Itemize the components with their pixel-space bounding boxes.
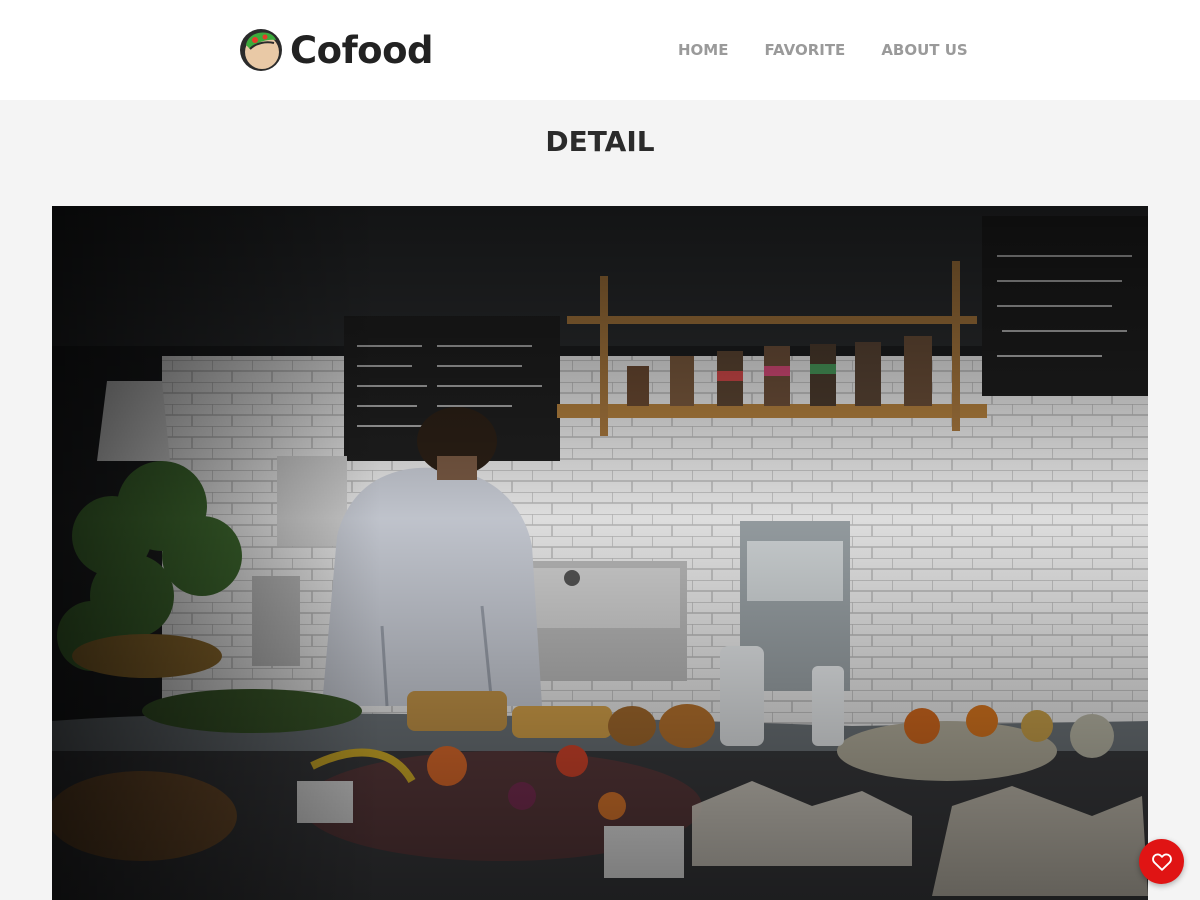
nav-about-link[interactable]: ABOUT US [863, 40, 985, 60]
restaurant-photo [52, 206, 1148, 900]
main-nav: HOME FAVORITE ABOUT US [660, 40, 986, 60]
brand-link[interactable]: Cofood [238, 26, 434, 74]
nav-home-link[interactable]: HOME [660, 40, 746, 60]
nav-favorite-link[interactable]: FAVORITE [746, 40, 863, 60]
brand-name: Cofood [290, 28, 434, 72]
restaurant-photo-image [52, 206, 1148, 900]
taco-logo-icon [240, 29, 282, 71]
favorite-button[interactable] [1139, 839, 1184, 884]
navbar: Cofood HOME FAVORITE ABOUT US [0, 0, 1200, 100]
page-title: DETAIL [545, 125, 655, 158]
heart-icon [1151, 853, 1172, 871]
